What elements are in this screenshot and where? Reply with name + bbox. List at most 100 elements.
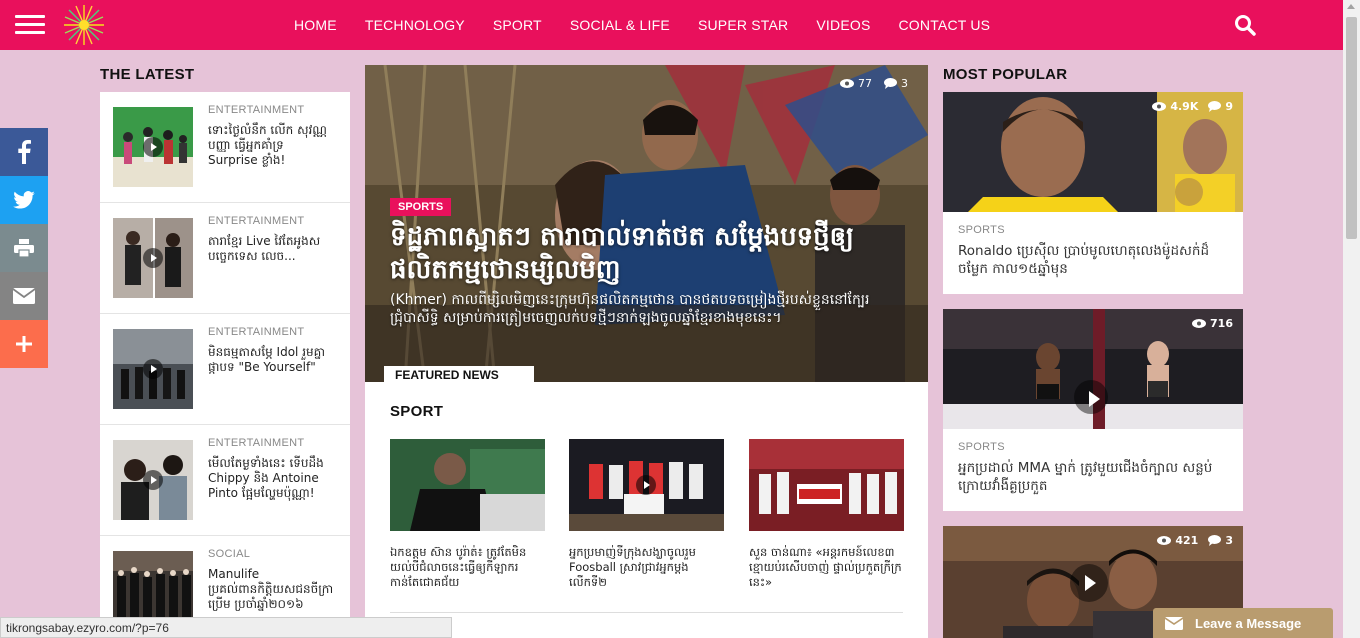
article-title[interactable]: Ronaldo ប្រេស៊ីល ប្រាប់មូលហេតុលេងម៉ូដសក់… (958, 242, 1228, 278)
article-thumbnail[interactable] (569, 439, 724, 531)
status-bar-url: tikrongsabay.ezyro.com/?p=76 (0, 617, 452, 638)
comments-count: 3 (901, 77, 908, 90)
featured-news-label: FEATURED NEWS (395, 368, 499, 382)
article-thumbnail[interactable] (390, 439, 545, 531)
sport-section-title: SPORT (390, 403, 444, 420)
list-item[interactable]: ENTERTAINMENT មើលតែម្ងទាំងនេះ ទើបដឹង Chi… (100, 425, 350, 536)
nav-contact-us[interactable]: CONTACT US (898, 17, 990, 33)
menu-icon[interactable] (15, 15, 45, 35)
popular-section-title: MOST POPULAR (943, 66, 1068, 83)
latest-list: ENTERTAINMENT ទោះថ្ងៃលំនឹក លើក សុវណ្ណ បញ… (100, 92, 350, 638)
page-scrollbar[interactable] (1343, 0, 1360, 638)
search-icon[interactable] (1234, 14, 1256, 36)
play-icon (143, 359, 163, 379)
article-category: SPORTS (958, 224, 1005, 236)
sport-card[interactable]: អ្នកប្រមាញ់ទីក្រុងសង្ឃាចូលរួម Foosball ស… (569, 439, 724, 590)
eye-icon (1152, 102, 1167, 111)
sport-card[interactable]: ឯកឧត្តម ស៊ាន បូរ៉ាត់៖ ត្រូវតែមិនយល់បីជំល… (390, 439, 545, 590)
eye-icon (1157, 536, 1172, 545)
play-icon (1070, 564, 1108, 602)
printer-icon (14, 239, 34, 257)
main-nav: HOME TECHNOLOGY SPORT SOCIAL & LIFE SUPE… (280, 0, 1004, 50)
play-icon (143, 470, 163, 490)
article-title[interactable]: តារាខ្មែរ Live វៃតែអូងស បច្ចេកទេស លេច... (208, 234, 336, 264)
list-item[interactable]: ENTERTAINMENT តារាខ្មែរ Live វៃតែអូងស បច… (100, 203, 350, 314)
article-category: ENTERTAINMENT (208, 104, 305, 116)
nav-home[interactable]: HOME (294, 17, 337, 33)
comment-icon (1208, 535, 1222, 546)
article-thumbnail[interactable]: 4.9K 9 (943, 92, 1243, 212)
article-thumbnail[interactable] (113, 107, 193, 187)
print-button[interactable] (0, 224, 48, 272)
latest-section-title: THE LATEST (100, 66, 195, 83)
envelope-icon (13, 288, 35, 304)
email-share-button[interactable] (0, 272, 48, 320)
play-icon (1074, 380, 1108, 414)
article-title[interactable]: មើលតែម្ងទាំងនេះ ទើបដឹង Chippy និង Antoin… (208, 456, 336, 501)
popular-stats: 421 3 (1157, 534, 1233, 547)
leave-message-button[interactable]: Leave a Message (1153, 608, 1333, 638)
nav-sport[interactable]: SPORT (493, 17, 542, 33)
views-stat: 4.9K (1152, 100, 1198, 113)
views-stat: 77 (840, 77, 872, 90)
nav-videos[interactable]: VIDEOS (816, 17, 870, 33)
views-count: 77 (858, 77, 872, 90)
divider (390, 612, 903, 613)
popular-card[interactable]: 4.9K 9 SPORTS Ronaldo ប្រេស៊ីល ប្រាប់មូល… (943, 92, 1243, 294)
article-title[interactable]: ទោះថ្ងៃលំនឹក លើក សុវណ្ណ បញ្ញា ធ្វើអ្នកគា… (208, 123, 336, 168)
twitter-share-button[interactable] (0, 176, 48, 224)
comments-stat: 3 (884, 77, 908, 90)
envelope-icon (1165, 616, 1183, 630)
scroll-up-arrow-icon[interactable] (1347, 4, 1355, 9)
sport-card[interactable]: សួន ចាន់ណា៖ «អន្តរកមន៍លេខ៣ ខ្មោយប់រសើបចា… (749, 439, 904, 590)
hero-stats: 77 3 (840, 77, 908, 90)
twitter-icon (13, 191, 35, 209)
comments-count: 3 (1225, 534, 1233, 547)
featured-hero[interactable]: 77 3 SPORTS ទិដ្ឋភាពស្អាតៗ តារាបាល់ទាត់ថ… (365, 65, 928, 382)
nav-super-star[interactable]: SUPER STAR (698, 17, 788, 33)
article-title[interactable]: អ្នកប្រមាញ់ទីក្រុងសង្ឃាចូលរួម Foosball ស… (569, 545, 724, 590)
views-count: 4.9K (1170, 100, 1199, 113)
social-share-bar (0, 128, 48, 368)
article-title[interactable]: អ្នកប្រដាល់ MMA ម្នាក់ ត្រូវមួយជើងចំក្បា… (958, 459, 1228, 495)
list-item[interactable]: ENTERTAINMENT ទោះថ្ងៃលំនឹក លើក សុវណ្ណ បញ… (100, 92, 350, 203)
facebook-icon (18, 140, 31, 164)
facebook-share-button[interactable] (0, 128, 48, 176)
article-title[interactable]: ឯកឧត្តម ស៊ាន បូរ៉ាត់៖ ត្រូវតែមិនយល់បីជំល… (390, 545, 545, 590)
site-logo[interactable] (62, 3, 106, 47)
views-count: 421 (1175, 534, 1199, 547)
nav-technology[interactable]: TECHNOLOGY (365, 17, 465, 33)
hero-title[interactable]: ទិដ្ឋភាពស្អាតៗ តារាបាល់ទាត់ថត សម្ដែងបទថ្… (390, 221, 910, 287)
more-share-button[interactable] (0, 320, 48, 368)
article-category: ENTERTAINMENT (208, 437, 305, 449)
nav-social-life[interactable]: SOCIAL & LIFE (570, 17, 670, 33)
list-item[interactable]: ENTERTAINMENT មិនធម្មតាសម្ភែ Idol រួមគ្ន… (100, 314, 350, 425)
article-category: SOCIAL (208, 548, 251, 560)
article-title[interactable]: Manulife ប្រគល់ពានកិត្តិយសជនចីក្រាប្រើម … (208, 567, 336, 612)
play-icon (143, 248, 163, 268)
article-thumbnail[interactable] (113, 329, 193, 409)
comments-stat: 9 (1208, 100, 1233, 113)
plus-icon (16, 336, 32, 352)
popular-stats: 4.9K 9 (1152, 100, 1233, 113)
category-badge[interactable]: SPORTS (390, 198, 452, 216)
eye-icon (840, 79, 854, 88)
scroll-thumb[interactable] (1346, 17, 1357, 239)
eye-icon (1192, 319, 1207, 328)
popular-card[interactable]: 716 SPORTS អ្នកប្រដាល់ MMA ម្នាក់ ត្រូវម… (943, 309, 1243, 511)
top-navigation-bar: HOME TECHNOLOGY SPORT SOCIAL & LIFE SUPE… (0, 0, 1343, 50)
article-thumbnail[interactable] (749, 439, 904, 531)
article-category: ENTERTAINMENT (208, 326, 305, 338)
article-category: ENTERTAINMENT (208, 215, 305, 227)
article-thumbnail[interactable] (113, 218, 193, 298)
article-category: SPORTS (958, 441, 1005, 453)
leave-message-label: Leave a Message (1195, 615, 1302, 631)
comment-icon (1208, 101, 1222, 112)
views-stat: 421 (1157, 534, 1198, 547)
article-title[interactable]: មិនធម្មតាសម្ភែ Idol រួមគ្នាផ្កាបទ "Be Yo… (208, 345, 336, 375)
article-title[interactable]: សួន ចាន់ណា៖ «អន្តរកមន៍លេខ៣ ខ្មោយប់រសើបចា… (749, 545, 904, 590)
sport-section: SPORT ឯកឧត្តម ស៊ាន បូរ៉ាត់៖ ត្រូវតែមិនយល… (365, 382, 928, 638)
article-thumbnail[interactable]: 716 (943, 309, 1243, 429)
article-thumbnail[interactable] (113, 440, 193, 520)
comments-count: 9 (1225, 100, 1233, 113)
